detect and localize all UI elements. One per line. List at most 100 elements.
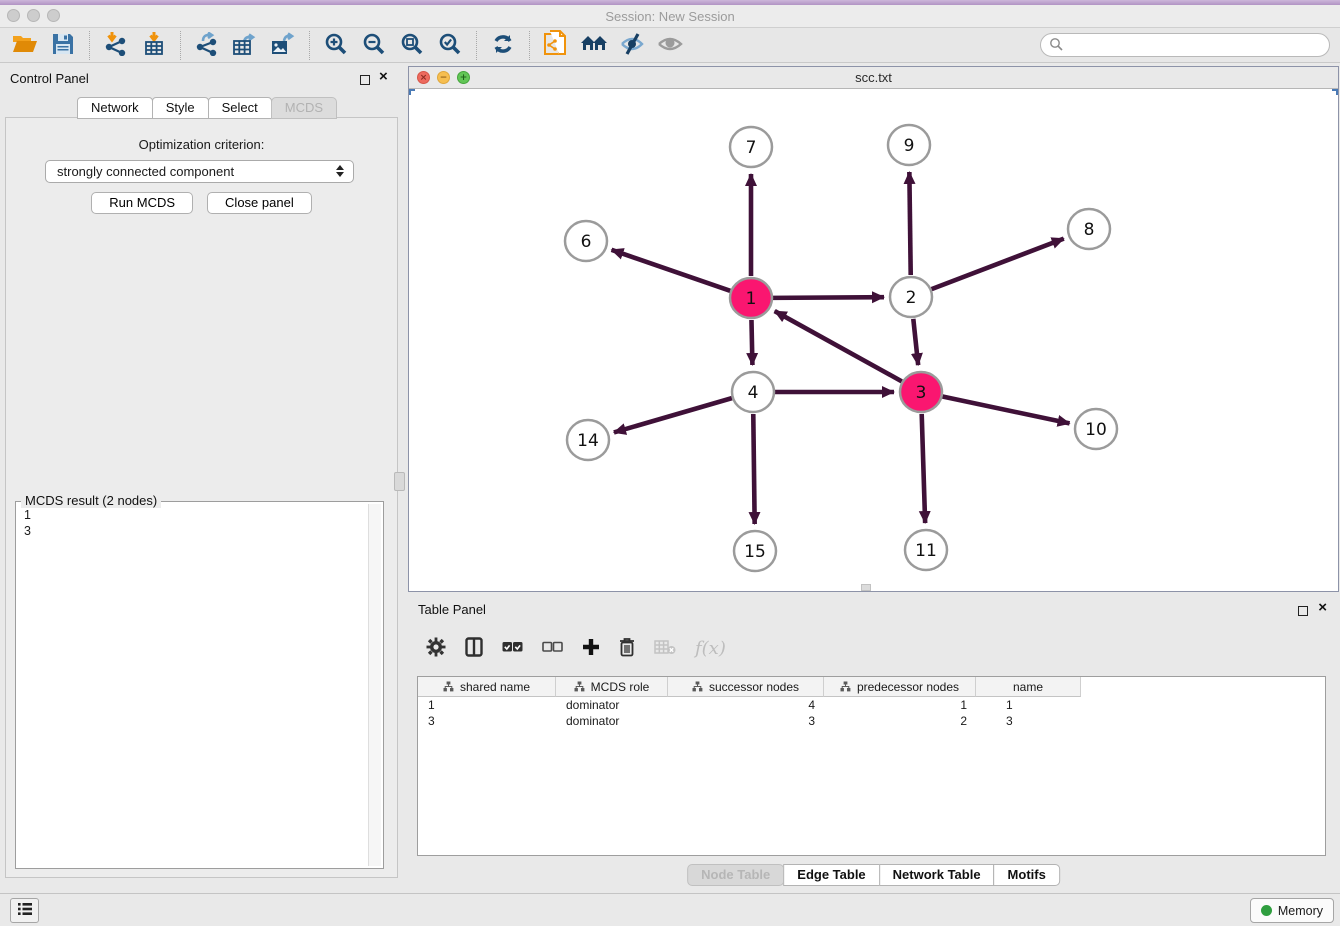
node-10[interactable]: 10 xyxy=(1075,409,1117,449)
delete-column-button[interactable] xyxy=(619,637,635,660)
node-8[interactable]: 8 xyxy=(1068,209,1110,249)
tab-select[interactable]: Select xyxy=(208,97,272,119)
delete-table-button[interactable] xyxy=(654,639,676,658)
table-row[interactable]: 3 dominator 3 2 3 xyxy=(418,713,1325,729)
node-1[interactable]: 1 xyxy=(730,278,772,318)
export-network-button[interactable] xyxy=(188,30,226,61)
show-graphics-details-button[interactable] xyxy=(651,30,689,61)
network-graph[interactable]: 7 9 6 8 1 2 4 3 14 10 15 11 xyxy=(409,89,1338,592)
network-canvas[interactable]: 7 9 6 8 1 2 4 3 14 10 15 11 xyxy=(409,89,1338,591)
run-mcds-button[interactable]: Run MCDS xyxy=(91,192,193,214)
svg-text:7: 7 xyxy=(746,138,757,158)
search-box[interactable] xyxy=(1040,33,1330,57)
hide-graphics-details-button[interactable] xyxy=(613,30,651,61)
zoom-in-button[interactable] xyxy=(317,30,355,61)
cell-shared-name[interactable]: 1 xyxy=(418,697,556,713)
edge-4-15[interactable] xyxy=(753,414,754,524)
edge-2-3[interactable] xyxy=(913,319,918,365)
node-14[interactable]: 14 xyxy=(567,420,609,460)
toolbar-separator xyxy=(529,31,530,60)
edge-3-11[interactable] xyxy=(922,414,925,523)
network-close-button[interactable]: × xyxy=(417,71,430,84)
deselect-all-button[interactable] xyxy=(542,641,563,656)
column-header-name[interactable]: name xyxy=(976,677,1081,697)
cell-name[interactable]: 1 xyxy=(976,697,1081,713)
select-all-button[interactable] xyxy=(502,641,523,656)
node-11[interactable]: 11 xyxy=(905,530,947,570)
column-header-shared-name[interactable]: shared name xyxy=(418,677,556,697)
close-window-button[interactable] xyxy=(7,9,20,22)
new-network-from-selection-button[interactable] xyxy=(537,30,575,61)
column-header-mcds-role[interactable]: MCDS role xyxy=(556,677,668,697)
mcds-result-list[interactable]: 1 3 xyxy=(18,505,367,866)
zoom-selected-button[interactable] xyxy=(431,30,469,61)
edge-2-9[interactable] xyxy=(909,172,910,275)
search-icon xyxy=(1049,37,1063,54)
zoom-fit-button[interactable] xyxy=(393,30,431,61)
cell-successor-nodes[interactable]: 4 xyxy=(668,697,824,713)
import-network-button[interactable] xyxy=(97,30,135,61)
float-table-panel-icon[interactable] xyxy=(1298,604,1308,619)
network-zoom-button[interactable]: + xyxy=(457,71,470,84)
result-scrollbar[interactable] xyxy=(368,504,381,866)
add-column-button[interactable] xyxy=(582,638,600,659)
export-image-button[interactable] xyxy=(264,30,302,61)
search-input[interactable] xyxy=(1067,38,1317,53)
network-window-titlebar[interactable]: × − + scc.txt xyxy=(409,67,1338,89)
import-table-button[interactable] xyxy=(135,30,173,61)
tab-network-table[interactable]: Network Table xyxy=(879,864,995,886)
apply-layout-button[interactable] xyxy=(484,30,522,61)
task-history-button[interactable] xyxy=(10,898,39,923)
function-builder-button[interactable]: f(x) xyxy=(695,638,726,659)
cell-predecessor-nodes[interactable]: 1 xyxy=(824,697,976,713)
cell-shared-name[interactable]: 3 xyxy=(418,713,556,729)
cell-successor-nodes[interactable]: 3 xyxy=(668,713,824,729)
home-button[interactable] xyxy=(575,30,613,61)
node-9[interactable]: 9 xyxy=(888,125,930,165)
tab-network[interactable]: Network xyxy=(77,97,153,119)
node-15[interactable]: 15 xyxy=(734,531,776,571)
export-table-button[interactable] xyxy=(226,30,264,61)
node-2[interactable]: 2 xyxy=(890,277,932,317)
close-panel-icon[interactable]: × xyxy=(379,72,388,82)
network-minimize-button[interactable]: − xyxy=(437,71,450,84)
node-4[interactable]: 4 xyxy=(732,372,774,412)
open-session-button[interactable] xyxy=(6,30,44,61)
edge-2-8[interactable] xyxy=(932,239,1064,290)
cell-name[interactable]: 3 xyxy=(976,713,1081,729)
node-3[interactable]: 3 xyxy=(900,372,942,412)
edge-1-4[interactable] xyxy=(751,320,752,365)
edge-3-10[interactable] xyxy=(943,397,1070,424)
tab-node-table[interactable]: Node Table xyxy=(687,864,784,886)
tab-mcds[interactable]: MCDS xyxy=(271,97,337,119)
tab-edge-table[interactable]: Edge Table xyxy=(783,864,879,886)
save-session-button[interactable] xyxy=(44,30,82,61)
zoom-out-button[interactable] xyxy=(355,30,393,61)
cell-mcds-role[interactable]: dominator xyxy=(556,697,668,713)
edge-1-2[interactable] xyxy=(773,297,884,298)
column-header-successor-nodes[interactable]: successor nodes xyxy=(668,677,824,697)
tab-style[interactable]: Style xyxy=(152,97,209,119)
node-6[interactable]: 6 xyxy=(565,221,607,261)
memory-button[interactable]: Memory xyxy=(1250,898,1334,923)
criterion-dropdown[interactable]: strongly connected component xyxy=(45,160,354,183)
minimize-window-button[interactable] xyxy=(27,9,40,22)
zoom-window-button[interactable] xyxy=(47,9,60,22)
edge-3-1[interactable] xyxy=(775,311,902,381)
panel-splitter-handle[interactable] xyxy=(394,472,405,491)
table-settings-button[interactable] xyxy=(426,637,446,660)
table-row[interactable]: 1 dominator 4 1 1 xyxy=(418,697,1325,713)
cell-predecessor-nodes[interactable]: 2 xyxy=(824,713,976,729)
float-panel-icon[interactable] xyxy=(360,73,370,88)
canvas-splitter-handle[interactable] xyxy=(861,584,871,591)
node-7[interactable]: 7 xyxy=(730,127,772,167)
node-table[interactable]: shared name MCDS role successor nodes pr… xyxy=(417,676,1326,856)
edge-1-6[interactable] xyxy=(612,250,731,291)
close-panel-button[interactable]: Close panel xyxy=(207,192,312,214)
cell-mcds-role[interactable]: dominator xyxy=(556,713,668,729)
close-table-panel-icon[interactable]: × xyxy=(1318,603,1327,613)
tab-motifs[interactable]: Motifs xyxy=(994,864,1060,886)
column-header-predecessor-nodes[interactable]: predecessor nodes xyxy=(824,677,976,697)
show-columns-button[interactable] xyxy=(465,637,483,660)
edge-4-14[interactable] xyxy=(614,398,732,432)
